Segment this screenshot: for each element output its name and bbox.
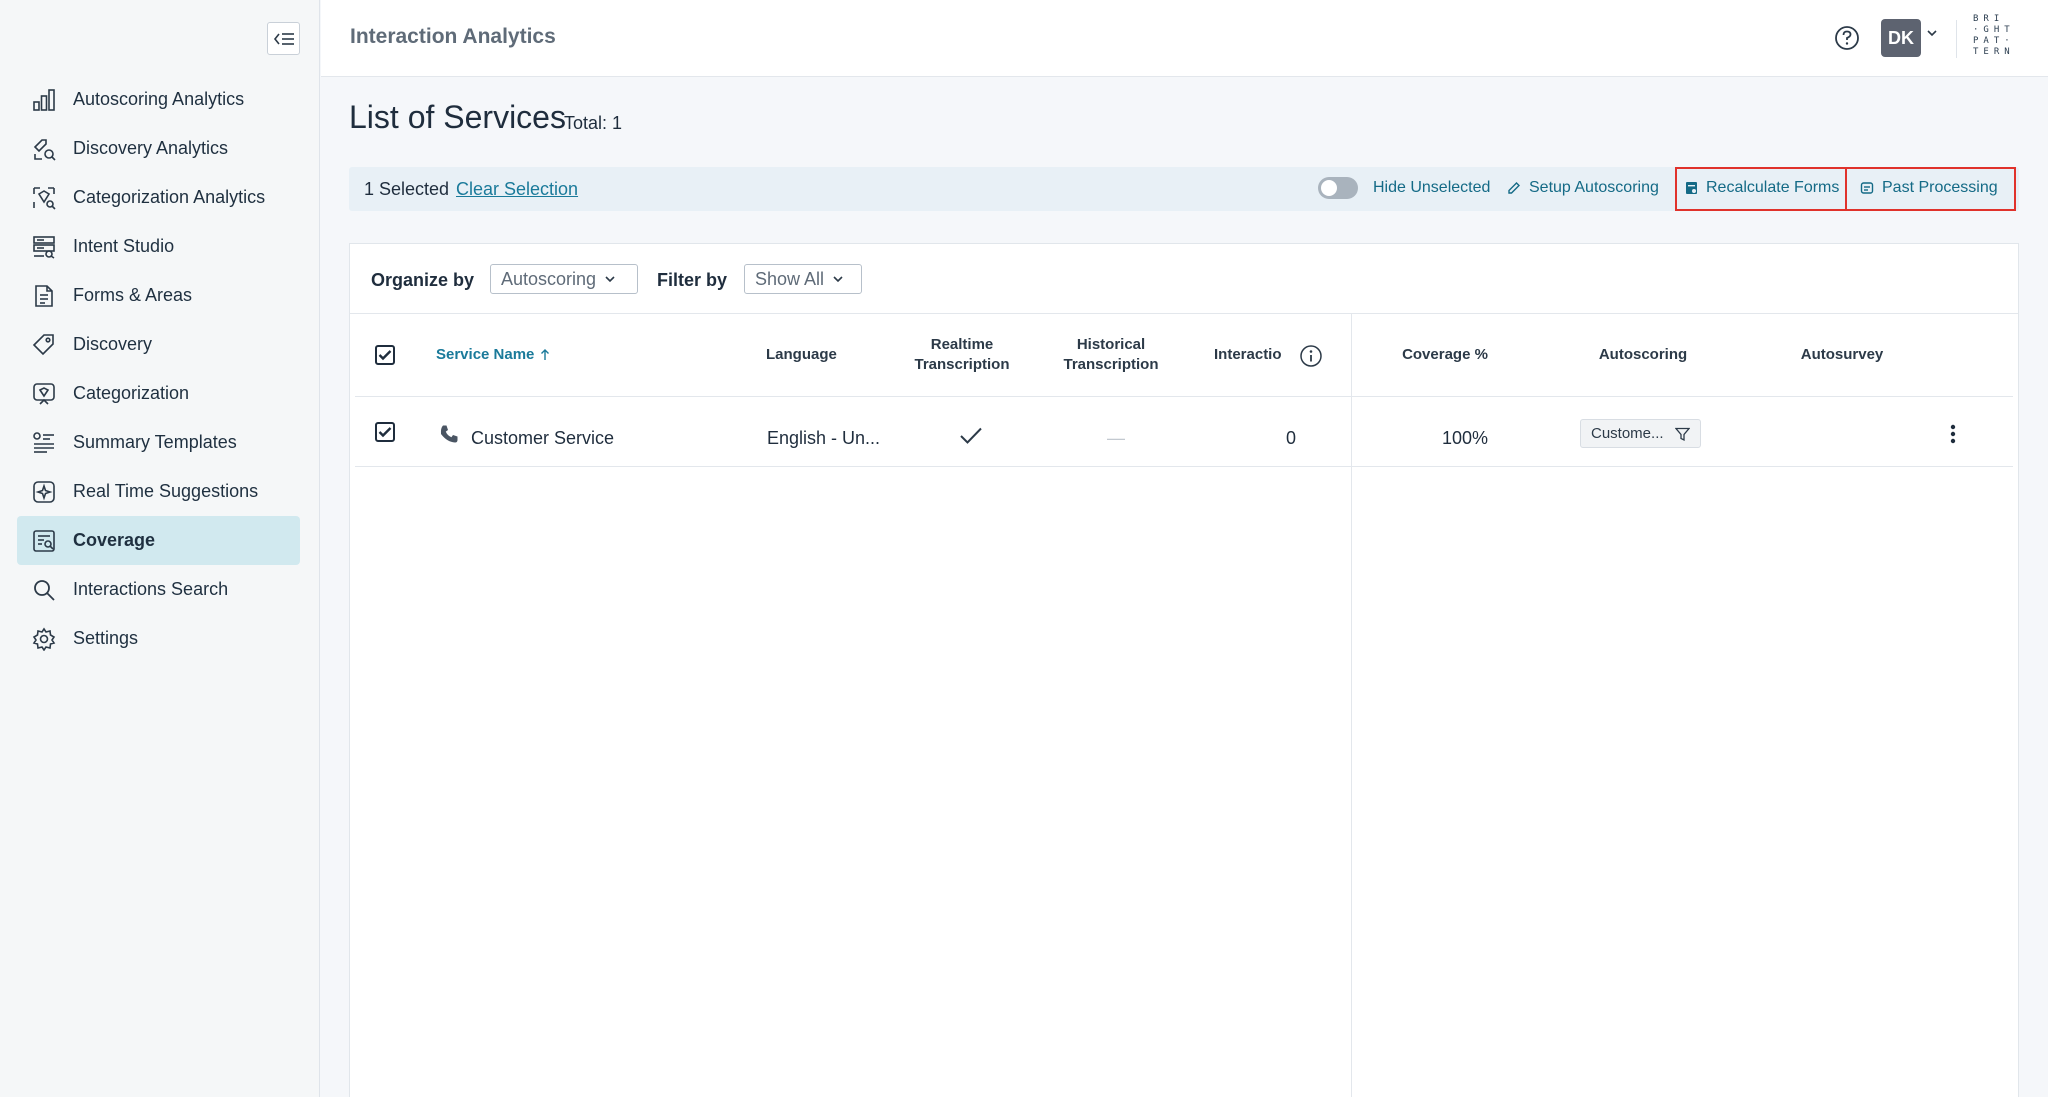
column-header-language[interactable]: Language	[766, 328, 846, 382]
organize-by-label: Organize by	[371, 270, 475, 290]
column-header-autosurvey[interactable]: Autosurvey	[1787, 328, 1897, 382]
sidebar-item-label: Settings	[73, 628, 139, 648]
organize-by-dropdown[interactable]: Autoscoring	[490, 264, 638, 294]
intent-studio-icon	[31, 234, 57, 260]
sidebar-item-categorization[interactable]: Categorization	[17, 369, 300, 418]
interactions-cell: 0	[1286, 427, 1297, 448]
sidebar-item-label: Categorization	[73, 383, 190, 403]
autoscoring-form-chip[interactable]: Custome...	[1580, 419, 1701, 448]
hide-unselected-toggle[interactable]	[1318, 177, 1358, 199]
select-all-checkbox[interactable]	[375, 345, 395, 365]
sidebar-item-label: Interactions Search	[73, 579, 229, 599]
sidebar-nav: Autoscoring Analytics Discovery Analytic…	[17, 75, 300, 663]
service-name-cell[interactable]: Customer Service	[471, 420, 614, 456]
sidebar-item-label: Autoscoring Analytics	[73, 89, 245, 109]
sidebar-item-summary-templates[interactable]: Summary Templates	[17, 418, 300, 467]
sidebar-item-label: Coverage	[73, 530, 156, 550]
filter-by-dropdown[interactable]: Show All	[744, 264, 862, 294]
sidebar-item-discovery-analytics[interactable]: Discovery Analytics	[17, 124, 300, 173]
sidebar-item-interactions-search[interactable]: Interactions Search	[17, 565, 300, 614]
avatar[interactable]: DK	[1881, 19, 1921, 57]
sidebar-item-label: Categorization Analytics	[73, 187, 266, 207]
selected-count: 1 Selected	[364, 179, 450, 199]
clear-selection-link[interactable]: Clear Selection	[456, 179, 578, 200]
phone-icon	[440, 425, 458, 443]
gear-icon	[31, 626, 57, 652]
table-row-divider	[355, 466, 2013, 467]
setup-autoscoring-button[interactable]: Setup Autoscoring	[1507, 179, 1659, 197]
tag-icon	[31, 332, 57, 358]
hide-unselected-label: Hide Unselected	[1373, 179, 1491, 196]
sidebar-item-coverage[interactable]: Coverage	[17, 516, 300, 565]
filter-by-label: Filter by	[657, 270, 728, 290]
selection-bar: 1 Selected Clear Selection Hide Unselect…	[349, 167, 2019, 211]
row-actions-menu-icon[interactable]	[1943, 422, 1963, 446]
sidebar-item-forms-areas[interactable]: Forms & Areas	[17, 271, 300, 320]
collapse-menu-icon	[273, 32, 294, 45]
sort-ascending-icon	[541, 349, 550, 360]
sidebar-item-autoscoring-analytics[interactable]: Autoscoring Analytics	[17, 75, 300, 124]
summary-templates-icon	[31, 430, 57, 456]
info-icon[interactable]	[1299, 344, 1323, 368]
row-checkbox[interactable]	[375, 422, 395, 442]
column-header-service-name[interactable]: Service Name	[436, 328, 566, 382]
help-icon[interactable]	[1834, 25, 1860, 51]
discovery-analytics-icon	[31, 136, 57, 162]
column-header-realtime-transcription[interactable]: Realtime Transcription	[907, 328, 1017, 382]
sidebar-item-label: Intent Studio	[73, 236, 175, 256]
filter-icon	[1675, 427, 1690, 442]
services-panel: Organize by Autoscoring Filter by Show A…	[349, 243, 2019, 1097]
column-separator	[1351, 314, 1352, 1097]
language-cell: English - Un...	[767, 427, 881, 448]
recalculate-forms-button[interactable]: Recalculate Forms	[1685, 179, 1839, 197]
recalculate-icon	[1686, 182, 1697, 194]
column-header-coverage[interactable]: Coverage %	[1390, 328, 1500, 382]
sidebar-item-real-time-suggestions[interactable]: Real Time Suggestions	[17, 467, 300, 516]
column-header-autoscoring[interactable]: Autoscoring	[1588, 328, 1698, 382]
sparkle-icon	[31, 479, 57, 505]
header-divider	[1956, 20, 1957, 58]
sidebar-item-intent-studio[interactable]: Intent Studio	[17, 222, 300, 271]
sidebar: Autoscoring Analytics Discovery Analytic…	[0, 0, 320, 1097]
header-row-divider	[355, 396, 2013, 397]
sidebar-item-label: Forms & Areas	[73, 285, 193, 305]
checkmark-icon	[378, 427, 392, 438]
categorization-analytics-icon	[31, 185, 57, 211]
forms-icon	[31, 283, 57, 309]
sidebar-item-label: Discovery	[73, 334, 153, 354]
sidebar-item-settings[interactable]: Settings	[17, 614, 300, 663]
total-count: Total: 1	[564, 113, 623, 133]
brand-logo: BRI ·GHT PAT· TERN	[1973, 14, 2015, 57]
coverage-icon	[31, 528, 57, 554]
chevron-down-icon	[605, 276, 615, 283]
search-icon	[31, 577, 57, 603]
checkmark-icon	[378, 350, 392, 361]
bar-chart-icon	[31, 87, 57, 113]
sidebar-item-label: Summary Templates	[73, 432, 237, 452]
coverage-cell: 100%	[1442, 427, 1489, 448]
collapse-sidebar-button[interactable]	[267, 22, 300, 55]
column-header-interactions[interactable]: Interactio	[1214, 328, 1294, 382]
sidebar-item-label: Real Time Suggestions	[73, 481, 259, 501]
top-header: Interaction Analytics DK BRI ·GHT PAT· T…	[321, 0, 2048, 77]
chevron-down-icon	[833, 276, 843, 283]
sidebar-item-categorization-analytics[interactable]: Categorization Analytics	[17, 173, 300, 222]
past-processing-button[interactable]: Past Processing	[1860, 179, 1998, 197]
app-title: Interaction Analytics	[350, 25, 556, 48]
historical-transcription-cell: —	[1107, 427, 1125, 448]
column-header-historical-transcription[interactable]: Historical Transcription	[1056, 328, 1166, 382]
categorization-icon	[31, 381, 57, 407]
panel-divider	[350, 313, 2018, 314]
check-icon	[960, 427, 982, 444]
chevron-down-icon[interactable]	[1926, 28, 1938, 38]
sidebar-item-discovery[interactable]: Discovery	[17, 320, 300, 369]
past-processing-icon	[1860, 182, 1874, 194]
page-title: List of Services	[349, 99, 566, 135]
sidebar-item-label: Discovery Analytics	[73, 138, 229, 158]
pencil-icon	[1508, 182, 1520, 194]
